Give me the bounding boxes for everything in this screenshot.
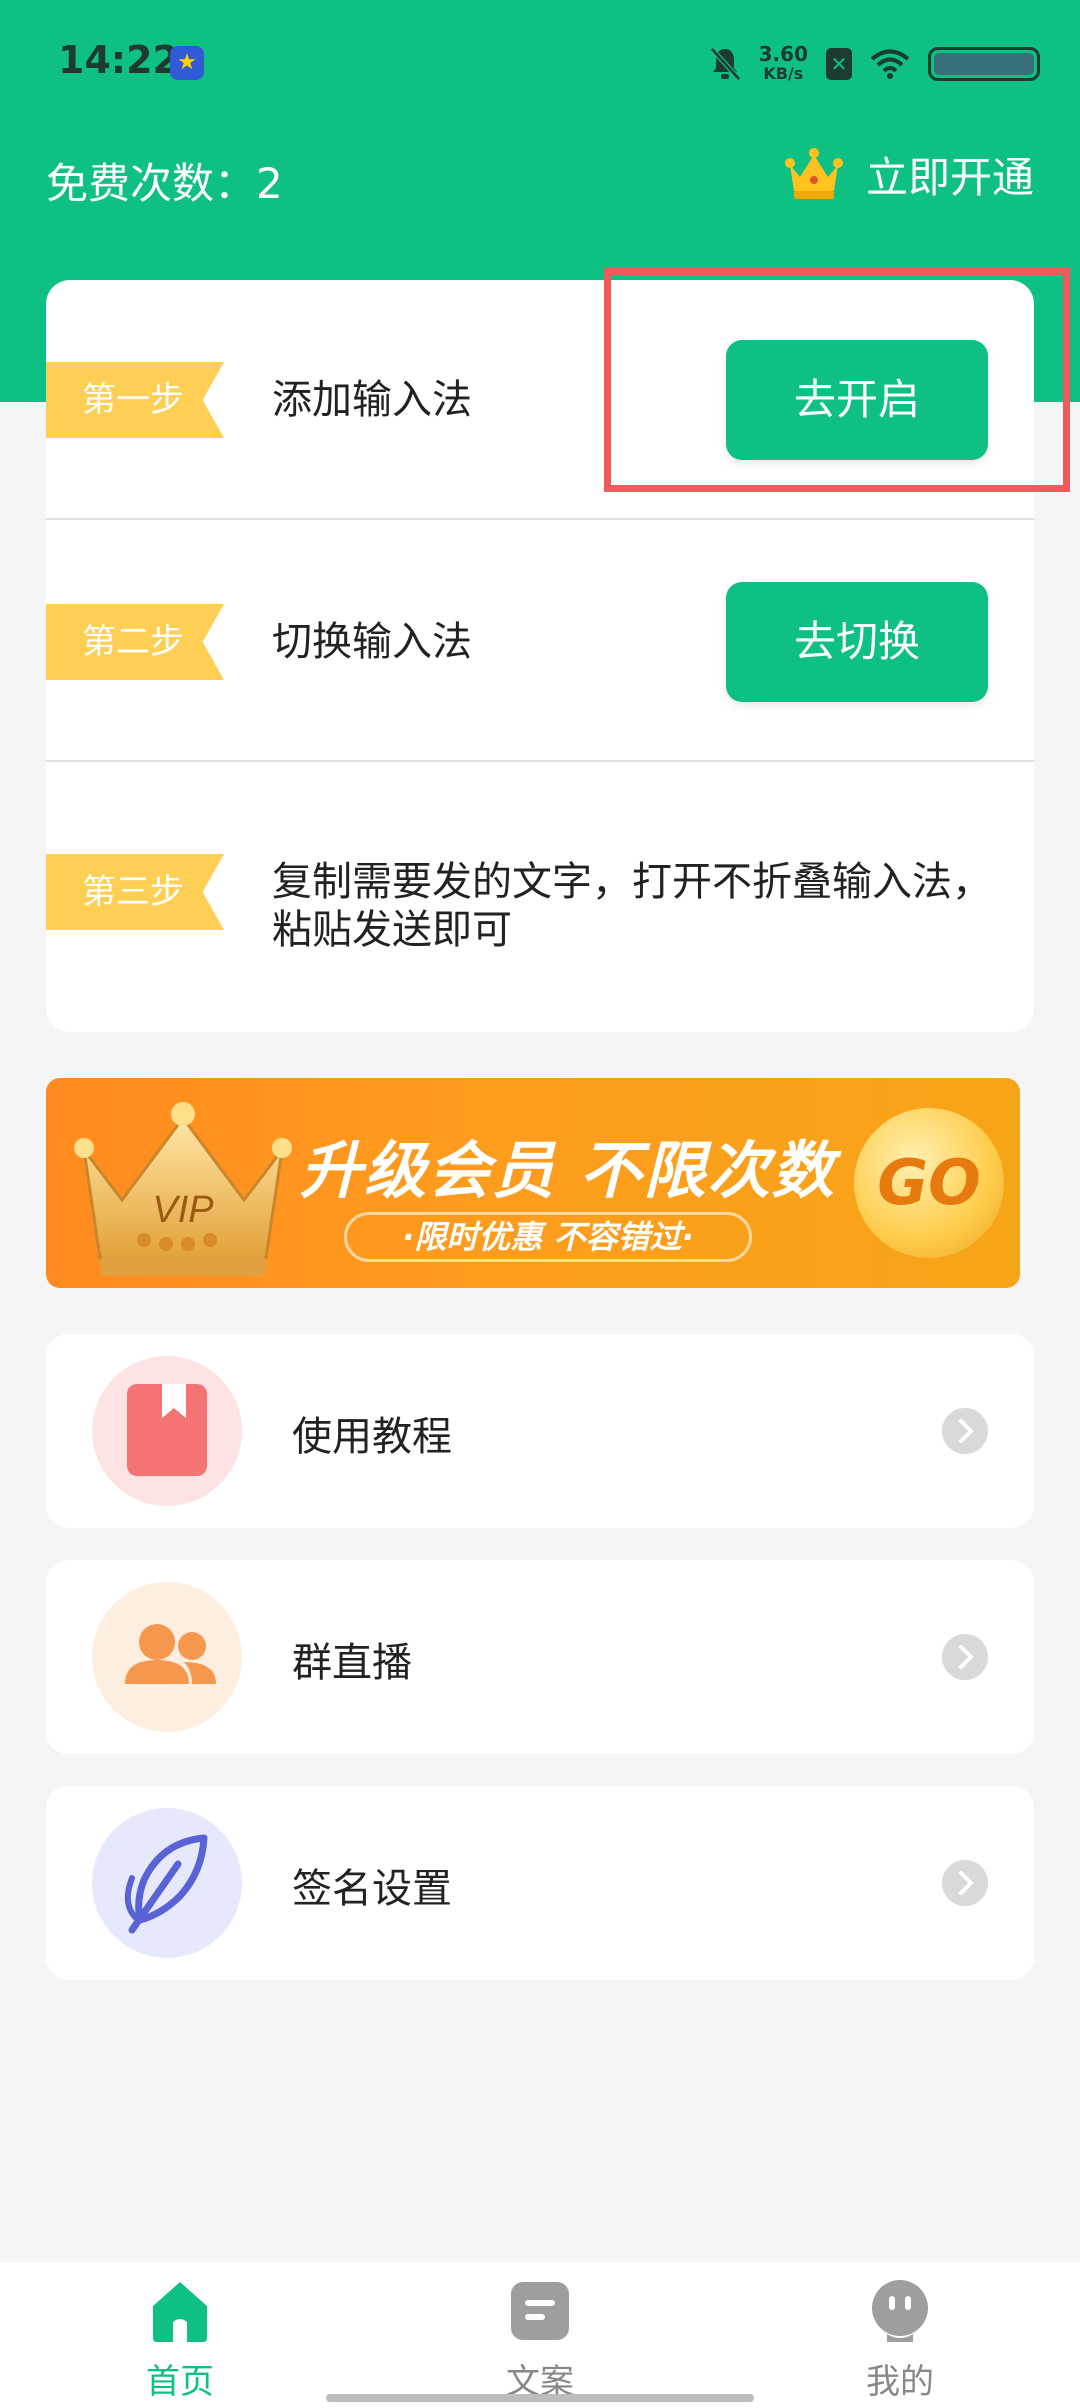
menu-label: 群直播: [292, 1640, 412, 1686]
bottom-tab-bar: 首页 文案 我的: [0, 2262, 1080, 2408]
go-button[interactable]: GO: [854, 1108, 1004, 1258]
banner-subtitle: ·限时优惠 不容错过·: [344, 1212, 752, 1262]
highlight-box: [604, 268, 1070, 492]
tab-home[interactable]: 首页: [100, 2272, 260, 2402]
chevron-right-icon: [942, 1860, 988, 1906]
divider: [46, 518, 1034, 520]
step-3-text: 复制需要发的文字，打开不折叠输入法， 粘贴发送即可: [272, 859, 992, 953]
home-icon: [153, 2282, 207, 2342]
network-speed: 3.60 KB/s: [758, 42, 808, 83]
tab-mine[interactable]: 我的: [820, 2272, 980, 2402]
open-membership-button[interactable]: 立即开通: [784, 144, 1034, 205]
chevron-right-icon: [942, 1634, 988, 1680]
tab-copywriting[interactable]: 文案: [460, 2272, 620, 2402]
menu-item-signature-settings[interactable]: 签名设置: [46, 1786, 1034, 1980]
crown-icon: [784, 147, 843, 199]
wifi-icon: [870, 49, 910, 79]
bell-off-icon: [709, 47, 741, 81]
signature-icon-bg: [92, 1808, 242, 1958]
step-1-tag: 第一步: [46, 362, 224, 438]
free-count: 免费次数：2: [46, 159, 283, 208]
home-indicator[interactable]: [326, 2394, 754, 2402]
x-app-icon: ✕: [826, 48, 852, 80]
status-time: 14:22: [58, 38, 179, 82]
group-icon: [125, 1624, 216, 1684]
chevron-right-icon: [942, 1408, 988, 1454]
step-1-text: 添加输入法: [272, 377, 472, 423]
open-now-label: 立即开通: [865, 153, 1034, 202]
divider: [46, 760, 1034, 762]
tutorial-icon-bg: [92, 1356, 242, 1506]
feather-icon: [124, 1834, 208, 1934]
svg-text:VIP: VIP: [152, 1189, 214, 1231]
bookmark-icon: [127, 1384, 207, 1476]
step-2-tag: 第二步: [46, 604, 224, 680]
battery-icon: [928, 47, 1040, 81]
menu-label: 使用教程: [292, 1414, 452, 1460]
tab-label: 首页: [146, 2362, 214, 2402]
menu-item-tutorial[interactable]: 使用教程: [46, 1334, 1034, 1528]
vip-upgrade-banner[interactable]: VIP 升级会员 不限次数 ·限时优惠 不容错过· GO: [46, 1078, 1020, 1288]
menu-label: 签名设置: [292, 1866, 452, 1912]
step-3-tag: 第三步: [46, 854, 224, 930]
banner-title: 升级会员 不限次数: [300, 1134, 836, 1207]
switch-input-method-button[interactable]: 去切换: [726, 582, 988, 702]
document-icon: [511, 2282, 569, 2340]
tab-label: 我的: [866, 2362, 934, 2402]
group-live-icon-bg: [92, 1582, 242, 1732]
menu-item-group-live[interactable]: 群直播: [46, 1560, 1034, 1754]
status-bar: 14:22 ★ 3.60 KB/s ✕: [0, 0, 1080, 130]
profile-icon: [872, 2280, 928, 2342]
vip-crown-icon: VIP: [74, 1102, 292, 1276]
app-notification-icon: ★: [170, 46, 204, 80]
status-icons: 3.60 KB/s ✕: [709, 40, 1040, 88]
step-2-text: 切换输入法: [272, 619, 472, 665]
